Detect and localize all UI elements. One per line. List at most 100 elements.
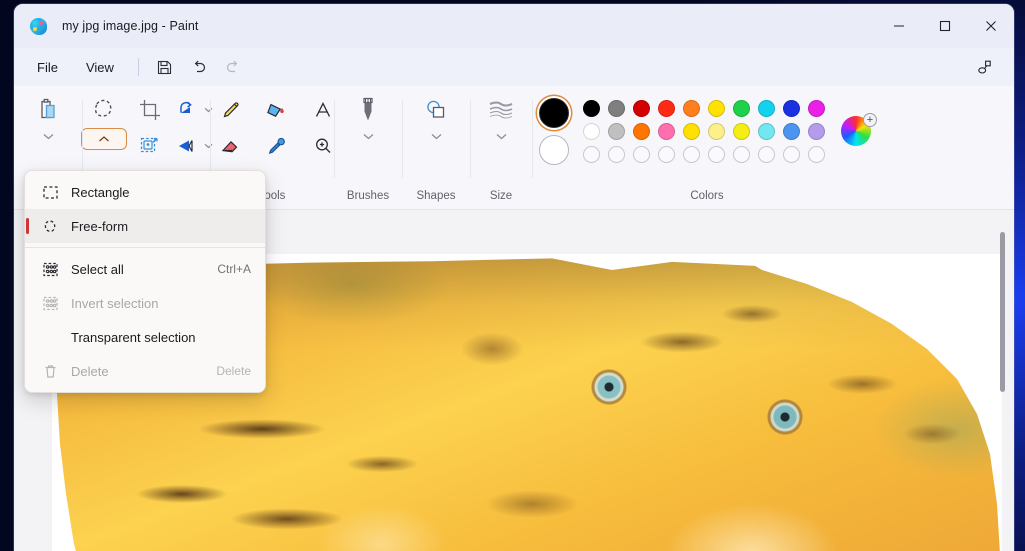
menu-item-transparent-selection[interactable]: Transparent selection — [25, 320, 265, 354]
trash-icon — [37, 363, 63, 380]
size-chevron-down-icon[interactable] — [482, 128, 520, 144]
title-bar: my jpg image.jpg - Paint — [14, 4, 1014, 48]
color-swatch-empty[interactable] — [733, 145, 750, 163]
undo-icon[interactable] — [182, 53, 216, 81]
select-all-icon — [37, 261, 63, 278]
close-button[interactable] — [968, 4, 1014, 48]
maximize-button[interactable] — [922, 4, 968, 48]
add-color-plus-icon: + — [863, 113, 877, 127]
paste-chevron-down-icon[interactable] — [29, 128, 67, 144]
dashed-circle-icon — [37, 218, 63, 235]
paint-window: my jpg image.jpg - Paint File View Tools… — [14, 4, 1014, 551]
menu-item-label: Rectangle — [71, 184, 130, 200]
color-swatch[interactable] — [758, 122, 775, 140]
size-lines-icon[interactable] — [482, 92, 520, 128]
current-colors — [539, 97, 569, 165]
primary-color-swatch[interactable] — [539, 97, 569, 128]
paste-button[interactable] — [29, 92, 67, 128]
color-swatch[interactable] — [583, 122, 600, 140]
dashed-rectangle-icon — [37, 184, 63, 201]
window-controls — [876, 4, 1014, 48]
color-swatch[interactable] — [808, 122, 825, 140]
brushes-group-label: Brushes — [346, 190, 390, 202]
resize-icon[interactable] — [131, 128, 169, 164]
menu-item-label: Transparent selection — [71, 329, 196, 345]
color-swatch-empty[interactable] — [583, 145, 600, 163]
menu-item-label: Delete — [71, 363, 109, 379]
paint-bucket-icon[interactable] — [258, 92, 296, 128]
select-dropdown-button[interactable] — [81, 128, 127, 150]
color-row — [583, 145, 825, 163]
free-form-select-icon[interactable] — [85, 92, 123, 128]
color-swatch-empty[interactable] — [683, 145, 700, 163]
color-swatch[interactable] — [683, 122, 700, 140]
vertical-scrollbar-thumb[interactable] — [1000, 232, 1005, 392]
color-swatch[interactable] — [633, 122, 650, 140]
color-swatch-empty[interactable] — [758, 145, 775, 163]
eraser-icon[interactable] — [212, 128, 250, 164]
shapes-icon[interactable] — [417, 92, 455, 128]
menu-item-rectangle[interactable]: Rectangle — [25, 175, 265, 209]
menu-item-label: Select all — [71, 261, 124, 277]
menu-item-shortcut: Ctrl+A — [217, 262, 251, 276]
menu-separator — [25, 247, 265, 248]
menu-bar: File View — [14, 48, 1014, 86]
vertical-scrollbar[interactable] — [997, 218, 1008, 551]
color-swatch[interactable] — [708, 99, 725, 117]
menu-item-label: Invert selection — [71, 295, 159, 311]
color-swatch[interactable] — [658, 122, 675, 140]
menu-view[interactable]: View — [73, 55, 127, 80]
color-row — [583, 122, 825, 140]
shapes-group-label: Shapes — [416, 190, 456, 202]
color-swatch[interactable] — [708, 122, 725, 140]
crop-icon[interactable] — [131, 92, 169, 128]
paint-palette-icon — [30, 17, 47, 35]
color-row — [583, 99, 825, 117]
colors-group: + Colors — [532, 86, 882, 210]
share-icon[interactable] — [970, 53, 1000, 81]
color-swatch-empty[interactable] — [808, 145, 825, 163]
color-swatch[interactable] — [608, 122, 625, 140]
color-swatch-empty[interactable] — [608, 145, 625, 163]
color-swatch[interactable] — [733, 122, 750, 140]
color-swatch-empty[interactable] — [783, 145, 800, 163]
select-dropdown-menu: Rectangle Free-form Select all Ctrl+A Invert… — [24, 170, 266, 393]
color-swatch[interactable] — [783, 99, 800, 117]
minimize-button[interactable] — [876, 4, 922, 48]
color-swatch[interactable] — [758, 99, 775, 117]
color-swatch[interactable] — [683, 99, 700, 117]
menu-file[interactable]: File — [24, 55, 71, 80]
color-swatch[interactable] — [733, 99, 750, 117]
color-swatch[interactable] — [583, 99, 600, 117]
color-swatch-empty[interactable] — [658, 145, 675, 163]
brushes-group: Brushes — [334, 86, 402, 210]
brush-icon[interactable] — [349, 92, 387, 128]
menu-divider — [137, 58, 139, 76]
invert-selection-icon — [37, 295, 63, 312]
color-wheel-icon[interactable]: + — [839, 112, 877, 150]
shapes-chevron-down-icon[interactable] — [417, 128, 455, 144]
color-swatch-empty[interactable] — [708, 145, 725, 163]
color-swatch[interactable] — [808, 99, 825, 117]
menu-item-delete: Delete Delete — [25, 354, 265, 388]
color-swatch[interactable] — [608, 99, 625, 117]
menu-item-select-all[interactable]: Select all Ctrl+A — [25, 252, 265, 286]
secondary-color-swatch[interactable] — [539, 134, 569, 165]
menu-item-free-form[interactable]: Free-form — [25, 209, 265, 243]
size-group-label: Size — [489, 190, 513, 202]
color-swatch-empty[interactable] — [633, 145, 650, 163]
brushes-chevron-down-icon[interactable] — [349, 128, 387, 144]
pencil-icon[interactable] — [212, 92, 250, 128]
menu-item-invert-selection: Invert selection — [25, 286, 265, 320]
window-title: my jpg image.jpg - Paint — [62, 19, 199, 33]
redo-icon[interactable] — [216, 53, 250, 81]
eyedropper-icon[interactable] — [258, 128, 296, 164]
menu-item-label: Free-form — [71, 218, 129, 234]
color-swatch[interactable] — [783, 122, 800, 140]
save-icon[interactable] — [148, 53, 182, 81]
color-swatch[interactable] — [633, 99, 650, 117]
color-swatch[interactable] — [658, 99, 675, 117]
shapes-group: Shapes — [402, 86, 470, 210]
color-palette — [583, 99, 825, 163]
colors-group-label: Colors — [690, 190, 724, 202]
